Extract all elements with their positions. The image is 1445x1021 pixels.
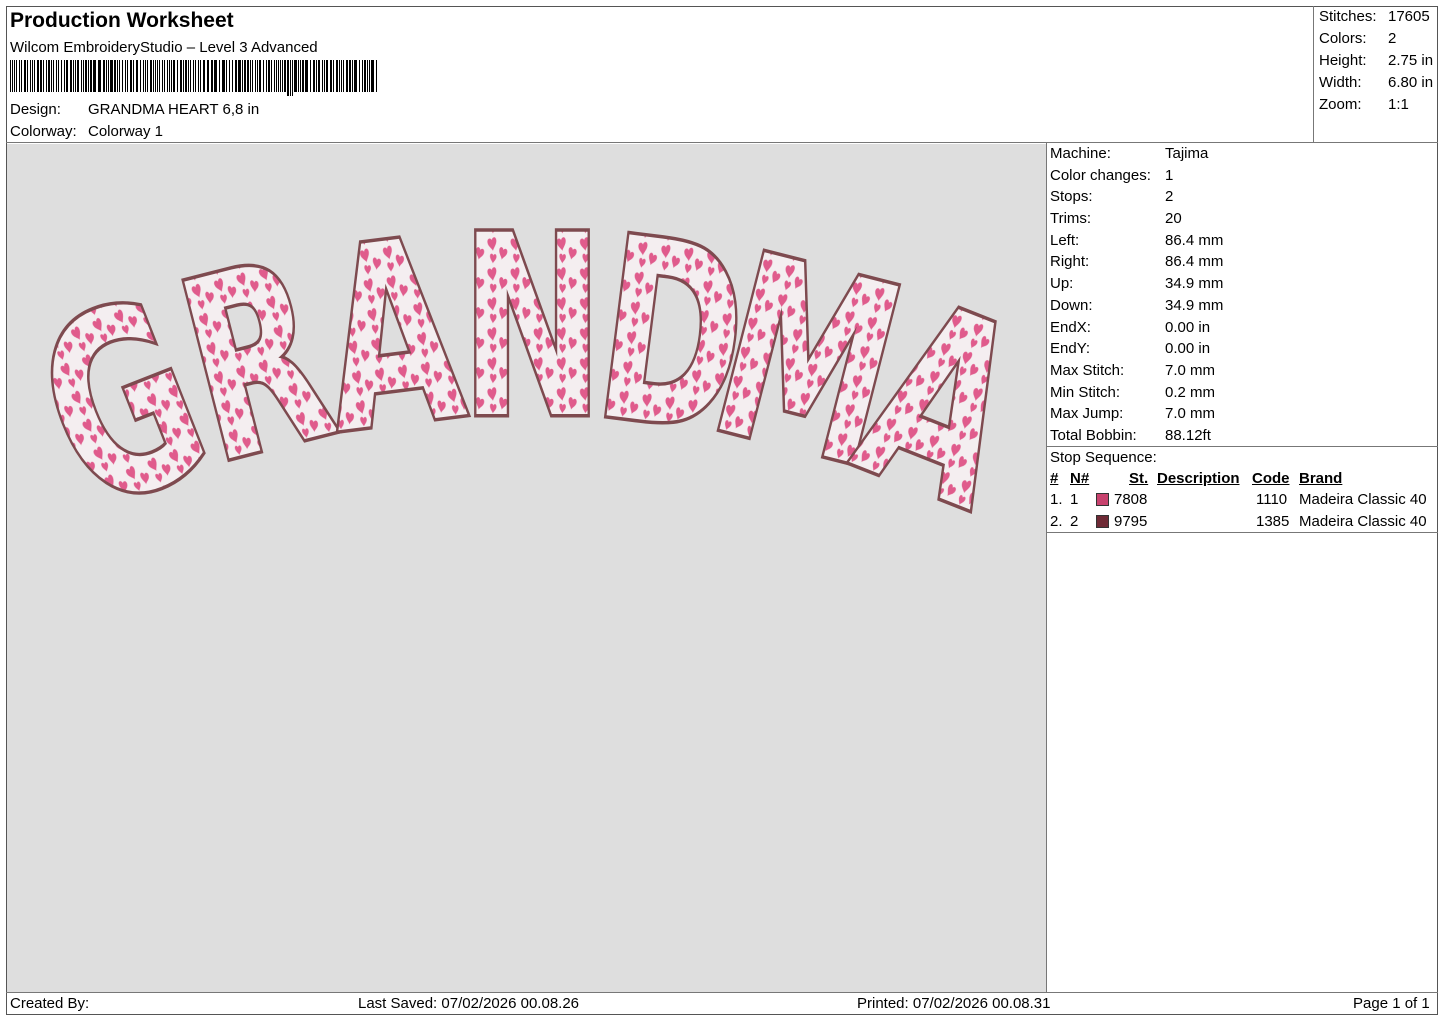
stat-label: Height: <box>1319 52 1367 69</box>
machine-info: Machine: Tajima Color changes: 1 Stops: 2 T… <box>1050 143 1223 447</box>
info-label: EndY: <box>1050 340 1091 358</box>
info-row: Trims: 20 <box>1050 208 1223 230</box>
info-label: Stops: <box>1050 188 1093 206</box>
embroidery-design-image: GRANDMA <box>7 181 1046 570</box>
info-row: Up: 34.9 mm <box>1050 273 1223 295</box>
info-row: EndY: 0.00 in <box>1050 338 1223 360</box>
info-value: 20 <box>1165 210 1182 228</box>
design-preview: GRANDMA <box>7 144 1046 992</box>
info-row: Total Bobbin: 88.12ft <box>1050 425 1223 447</box>
stat-label: Zoom: <box>1319 96 1362 113</box>
design-label: Design: <box>10 101 61 118</box>
info-label: Max Jump: <box>1050 405 1124 423</box>
col-header-brand: Brand <box>1299 470 1343 487</box>
info-label: Trims: <box>1050 210 1092 228</box>
info-row: Stops: 2 <box>1050 186 1223 208</box>
info-value: 88.12ft <box>1165 426 1211 444</box>
info-label: Color changes: <box>1050 166 1151 184</box>
info-row: Color changes: 1 <box>1050 165 1223 187</box>
info-label: Down: <box>1050 296 1093 314</box>
stop-row-stitches: 9795 <box>1114 513 1148 530</box>
stat-row: Colors: 2 <box>1319 28 1433 50</box>
design-letter: N <box>461 184 603 474</box>
col-header-description: Description <box>1157 470 1240 487</box>
info-value: 7.0 mm <box>1165 405 1216 423</box>
info-value: 86.4 mm <box>1165 231 1224 249</box>
info-row: Left: 86.4 mm <box>1050 230 1223 252</box>
info-value: 2 <box>1165 188 1174 206</box>
stat-value: 17605 <box>1388 8 1430 25</box>
info-row: Right: 86.4 mm <box>1050 251 1223 273</box>
stop-row-brand: Madeira Classic 40 <box>1299 513 1427 530</box>
info-label: Up: <box>1050 275 1074 293</box>
footer-last-saved: Last Saved: 07/02/2026 00.08.26 <box>358 995 580 1012</box>
stop-table-divider <box>1046 532 1438 533</box>
col-header-code: Code <box>1252 470 1290 487</box>
footer-printed: Printed: 07/02/2026 00.08.31 <box>857 995 1051 1012</box>
stat-value: 1:1 <box>1388 96 1409 113</box>
stat-row: Height: 2.75 in <box>1319 50 1433 72</box>
colorway-label: Colorway: <box>10 123 77 140</box>
color-swatch <box>1096 515 1109 528</box>
design-stats: Stitches: 17605 Colors: 2 Height: 2.75 in W… <box>1319 6 1433 116</box>
footer-created-by: Created By: <box>10 995 90 1012</box>
info-row: Machine: Tajima <box>1050 143 1223 165</box>
colorway-value: Colorway 1 <box>88 123 164 140</box>
stop-row-code: 1385 <box>1256 513 1290 530</box>
info-label: Max Stitch: <box>1050 361 1125 379</box>
info-value: 7.0 mm <box>1165 361 1216 379</box>
design-row: Design: GRANDMA HEART 6,8 in <box>10 101 259 119</box>
footer-divider <box>6 992 1438 993</box>
col-header-needle: N# <box>1070 470 1090 487</box>
stat-row: Width: 6.80 in <box>1319 72 1433 94</box>
stop-row-needle: 2 <box>1070 513 1079 530</box>
stop-row-brand: Madeira Classic 40 <box>1299 491 1427 508</box>
preview-divider <box>1046 143 1047 993</box>
design-letters: GRANDMA <box>7 181 1046 570</box>
info-value: 34.9 mm <box>1165 296 1224 314</box>
col-header-num: # <box>1050 470 1059 487</box>
stat-row: Stitches: 17605 <box>1319 6 1433 28</box>
stop-row-num: 1. <box>1050 491 1063 508</box>
stop-row-num: 2. <box>1050 513 1063 530</box>
info-row: Max Stitch: 7.0 mm <box>1050 360 1223 382</box>
info-label: Machine: <box>1050 145 1111 162</box>
stats-divider <box>1313 6 1314 143</box>
stat-value: 6.80 in <box>1388 74 1434 91</box>
stat-value: 2.75 in <box>1388 52 1434 69</box>
info-row: Down: 34.9 mm <box>1050 295 1223 317</box>
stat-row: Zoom: 1:1 <box>1319 94 1433 116</box>
col-header-stitches: St. <box>1129 470 1149 487</box>
info-label: Left: <box>1050 231 1080 249</box>
info-row: EndX: 0.00 in <box>1050 317 1223 339</box>
colorway-row: Colorway: Colorway 1 <box>10 123 163 141</box>
color-swatch <box>1096 493 1109 506</box>
stat-value: 2 <box>1388 30 1397 47</box>
footer-page: Page 1 of 1 <box>1353 995 1430 1012</box>
stop-row-stitches: 7808 <box>1114 491 1148 508</box>
info-value: Tajima <box>1165 145 1209 162</box>
info-value: 34.9 mm <box>1165 275 1224 293</box>
info-label: Total Bobbin: <box>1050 426 1137 444</box>
software-name: Wilcom EmbroideryStudio – Level 3 Advanc… <box>10 39 318 56</box>
stop-row-needle: 1 <box>1070 491 1079 508</box>
info-value: 1 <box>1165 166 1174 184</box>
info-value: 0.00 in <box>1165 340 1211 358</box>
info-value: 0.2 mm <box>1165 383 1216 401</box>
info-row: Max Jump: 7.0 mm <box>1050 403 1223 425</box>
stat-label: Width: <box>1319 74 1362 91</box>
stop-sequence-title: Stop Sequence: <box>1050 449 1157 466</box>
stat-label: Stitches: <box>1319 8 1377 25</box>
info-label: Min Stitch: <box>1050 383 1121 401</box>
stop-row-code: 1110 <box>1256 491 1288 508</box>
barcode <box>10 60 377 96</box>
design-value: GRANDMA HEART 6,8 in <box>88 101 260 118</box>
info-value: 0.00 in <box>1165 318 1211 336</box>
info-value: 86.4 mm <box>1165 253 1224 271</box>
info-row: Min Stitch: 0.2 mm <box>1050 382 1223 404</box>
stat-label: Colors: <box>1319 30 1367 47</box>
info-label: EndX: <box>1050 318 1091 336</box>
page-title: Production Worksheet <box>10 9 234 32</box>
info-label: Right: <box>1050 253 1090 271</box>
